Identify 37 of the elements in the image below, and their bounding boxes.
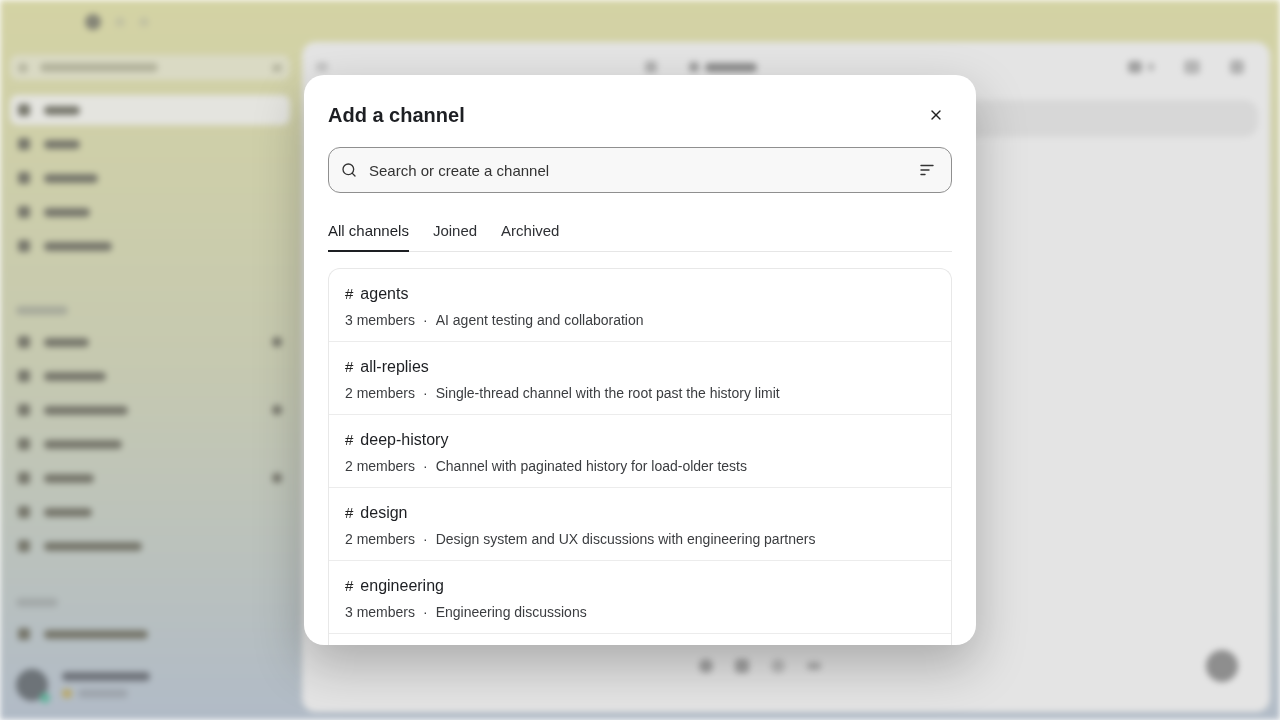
tab[interactable]: All channels bbox=[328, 213, 409, 252]
hash-icon: # bbox=[345, 501, 354, 525]
separator-dot: · bbox=[423, 602, 428, 622]
channel-name: all-replies bbox=[360, 357, 429, 377]
separator-dot: · bbox=[423, 529, 428, 549]
hash-icon: # bbox=[345, 282, 354, 306]
channel-name: design bbox=[360, 503, 408, 523]
hash-icon: # bbox=[345, 428, 354, 452]
channel-list-item[interactable]: # engineering 3 members · Engineering discussions bbox=[329, 561, 951, 634]
channel-description: Single-thread channel with the root past the history limit bbox=[435, 383, 780, 403]
channel-description: Design system and UX discussions with engineering partners bbox=[435, 529, 816, 549]
search-icon bbox=[341, 162, 357, 178]
separator-dot: · bbox=[423, 310, 428, 330]
dialog-title: Add a channel bbox=[328, 103, 465, 128]
tab[interactable]: Joined bbox=[432, 213, 478, 252]
filter-icon[interactable] bbox=[920, 164, 934, 176]
channel-name: engineering bbox=[360, 576, 444, 596]
channel-description: Channel with paginated history for load-older tests bbox=[435, 456, 747, 476]
member-count: 3 members bbox=[345, 310, 416, 330]
tab[interactable]: Archived bbox=[501, 213, 560, 252]
channel-list-item[interactable]: # agents 3 members · AI agent testing and collaboration bbox=[329, 269, 951, 342]
channel-name: deep-history bbox=[360, 430, 449, 450]
separator-dot: · bbox=[423, 383, 428, 403]
hash-icon: # bbox=[345, 355, 354, 379]
search-field[interactable]: Search or create a channel bbox=[328, 147, 952, 193]
channel-name: agents bbox=[360, 284, 409, 304]
member-count: 2 members bbox=[345, 383, 416, 403]
separator-dot: · bbox=[423, 456, 428, 476]
member-count: 3 members bbox=[345, 602, 416, 622]
hash-icon: # bbox=[345, 574, 354, 598]
channel-description: Engineering discussions bbox=[435, 602, 587, 622]
member-count: 2 members bbox=[345, 529, 416, 549]
channel-description: AI agent testing and collaboration bbox=[435, 310, 644, 330]
channel-list-item[interactable]: # design 2 members · Design system and UX discussions with engineering partners bbox=[329, 488, 951, 561]
channel-list-item[interactable]: # all-replies 2 members · Single-thread channel with the root past the history limit bbox=[329, 342, 951, 415]
member-count: 2 members bbox=[345, 456, 416, 476]
channel-list-item[interactable]: # deep-history 2 members · Channel with paginated history for load-older tests bbox=[329, 415, 951, 488]
